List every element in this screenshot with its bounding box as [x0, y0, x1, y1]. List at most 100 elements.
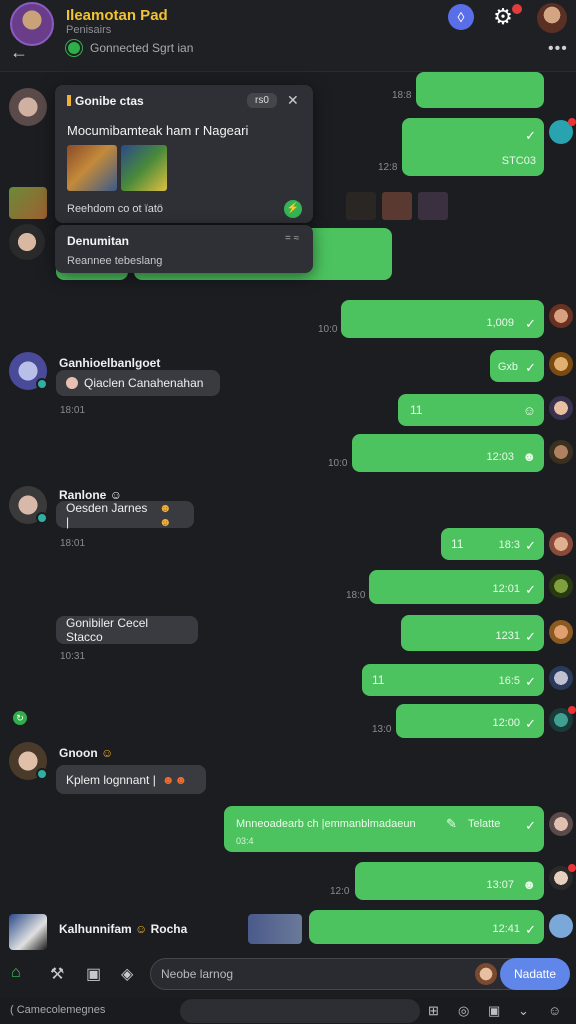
- thumbnail[interactable]: [418, 192, 448, 220]
- contact-avatar[interactable]: [549, 118, 576, 144]
- wrench-icon[interactable]: ⚒: [50, 964, 64, 984]
- contact-avatar[interactable]: [549, 666, 573, 690]
- message-preview-card[interactable]: Gonibe ctas rs0 ✕ Mocumibamteak ham r Na…: [55, 85, 313, 223]
- message-time: 1231: [495, 630, 520, 642]
- check-icon: ✓: [525, 316, 536, 331]
- message-time: 10:31: [60, 651, 86, 662]
- contact-avatar[interactable]: [9, 88, 47, 126]
- outgoing-message[interactable]: 1,009 ✓: [341, 300, 544, 338]
- message-time: 18:8: [392, 90, 412, 101]
- incoming-message[interactable]: Qiaclen Canahenahan: [56, 370, 220, 396]
- footer-label-text: Camecolemegnes: [16, 1004, 106, 1016]
- emoji-icon: ☺: [101, 746, 114, 760]
- emoji-icon: ☻☻: [158, 500, 172, 529]
- sender-name: Kalhunnifam ☺ Rocha: [59, 922, 187, 936]
- shield-icon[interactable]: ◈: [121, 964, 133, 984]
- image-icon[interactable]: ▣: [86, 964, 101, 984]
- footer-search-pill[interactable]: [180, 999, 420, 1023]
- message-text: Qiaclen Canahenahan: [84, 376, 204, 390]
- outgoing-message[interactable]: 13:07 ☻: [355, 862, 544, 900]
- send-button[interactable]: Nadatte: [500, 958, 570, 990]
- outgoing-message[interactable]: 1231 ✓: [401, 615, 544, 651]
- footer-label: ( Camecolemegnes: [10, 1004, 105, 1016]
- outgoing-message[interactable]: 12:03 ☻: [352, 434, 544, 472]
- user-avatar[interactable]: [475, 963, 497, 985]
- contact-avatar[interactable]: [549, 574, 573, 598]
- contact-avatar[interactable]: [549, 914, 573, 938]
- contact-avatar[interactable]: [549, 620, 573, 644]
- message-time: 18:01: [60, 405, 86, 416]
- home-icon[interactable]: ⌂: [11, 964, 21, 982]
- grid-icon[interactable]: ⊞: [428, 1003, 439, 1019]
- shield-icon[interactable]: ◊: [448, 4, 474, 30]
- camera-icon[interactable]: ◎: [458, 1003, 469, 1019]
- message-preview-card[interactable]: Denumitan Reannee tebeslang = ≈: [55, 225, 313, 273]
- connection-status-label: Gonnected Sgrt ian: [90, 41, 194, 55]
- more-icon[interactable]: •••: [548, 40, 568, 58]
- card-title: Denumitan: [67, 234, 130, 248]
- check-icon: ✓: [525, 629, 536, 644]
- contact-avatar[interactable]: [9, 742, 48, 780]
- sender-name: Gnoon ☺: [59, 746, 113, 760]
- chevron-down-icon[interactable]: ⌄: [518, 1003, 529, 1019]
- outgoing-message[interactable]: 11 ☺: [398, 394, 544, 426]
- outgoing-message[interactable]: [416, 72, 544, 108]
- card-image[interactable]: [121, 145, 167, 191]
- smile-icon[interactable]: ☺: [548, 1003, 561, 1018]
- user-avatar[interactable]: [537, 3, 567, 33]
- outgoing-message[interactable]: Gxb ✓: [490, 350, 544, 382]
- chat-avatar[interactable]: [10, 2, 54, 46]
- card-pill[interactable]: rs0: [247, 93, 277, 108]
- message-time: 18:01: [60, 538, 86, 549]
- contact-avatar[interactable]: [9, 352, 48, 390]
- square-icon[interactable]: ▣: [488, 1003, 500, 1019]
- contact-avatar[interactable]: [549, 304, 573, 328]
- thumbnail[interactable]: [382, 192, 412, 220]
- contact-avatar[interactable]: [9, 486, 48, 524]
- thumbnail[interactable]: [346, 192, 376, 220]
- sender-name: Ganhioelbanlgoet: [59, 356, 161, 370]
- smile-icon: ☻: [522, 877, 536, 892]
- emoji-icon: ☺: [135, 922, 148, 936]
- outgoing-message[interactable]: ✓ STC03: [402, 118, 544, 176]
- outgoing-message[interactable]: 12:00 ✓: [396, 704, 544, 738]
- confirm-icon[interactable]: ⚡: [284, 200, 302, 218]
- incoming-message[interactable]: Kplem lognnant | ☻☻: [56, 765, 206, 794]
- media-thumbnails: [346, 192, 448, 220]
- check-icon: ✓: [525, 818, 536, 833]
- contact-avatar[interactable]: [549, 352, 573, 376]
- check-icon: ✓: [525, 716, 536, 731]
- card-text: Mocumibamteak ham r Nageari: [67, 123, 249, 138]
- outgoing-message[interactable]: 12:41 ✓: [309, 910, 544, 944]
- contact-avatar[interactable]: [549, 864, 576, 890]
- check-icon: ✓: [525, 582, 536, 597]
- bracket-icon: (: [10, 1004, 14, 1016]
- contact-avatar[interactable]: [549, 440, 573, 464]
- message-time: 13:07: [486, 879, 514, 891]
- contact-avatar[interactable]: [549, 812, 573, 836]
- outgoing-message[interactable]: 11 16:5 ✓: [362, 664, 544, 696]
- contact-avatar[interactable]: [9, 914, 47, 950]
- message-time: 03:4: [236, 836, 254, 846]
- shared-image[interactable]: [9, 187, 47, 219]
- message-time: 12:8: [378, 162, 398, 173]
- contact-avatar[interactable]: [549, 396, 573, 420]
- close-icon[interactable]: ✕: [287, 92, 299, 109]
- outgoing-message[interactable]: 12:01 ✓: [369, 570, 544, 604]
- smile-icon: ☻: [522, 449, 536, 464]
- pencil-icon: ✎: [446, 816, 457, 831]
- message-time: 10:0: [318, 324, 338, 335]
- outgoing-message[interactable]: 11 18:3 ✓: [441, 528, 544, 560]
- arrow-left-icon[interactable]: ←: [10, 42, 28, 63]
- incoming-message[interactable]: Gonibiler Cecel Stacco: [56, 616, 198, 644]
- message-text: Telatte: [468, 818, 501, 830]
- contact-avatar[interactable]: [9, 224, 45, 260]
- shared-image[interactable]: [248, 914, 302, 944]
- outgoing-message[interactable]: Mnneoadearb ch |emmanblmadaeun ✎ Telatte…: [224, 806, 544, 852]
- contact-avatar[interactable]: [549, 706, 576, 732]
- card-meta: = ≈: [285, 233, 300, 244]
- contact-avatar[interactable]: [549, 532, 573, 556]
- incoming-message[interactable]: Oesden Jarnes | ☻☻: [56, 500, 194, 529]
- card-image[interactable]: [67, 145, 117, 191]
- refresh-icon[interactable]: ↻: [13, 711, 27, 725]
